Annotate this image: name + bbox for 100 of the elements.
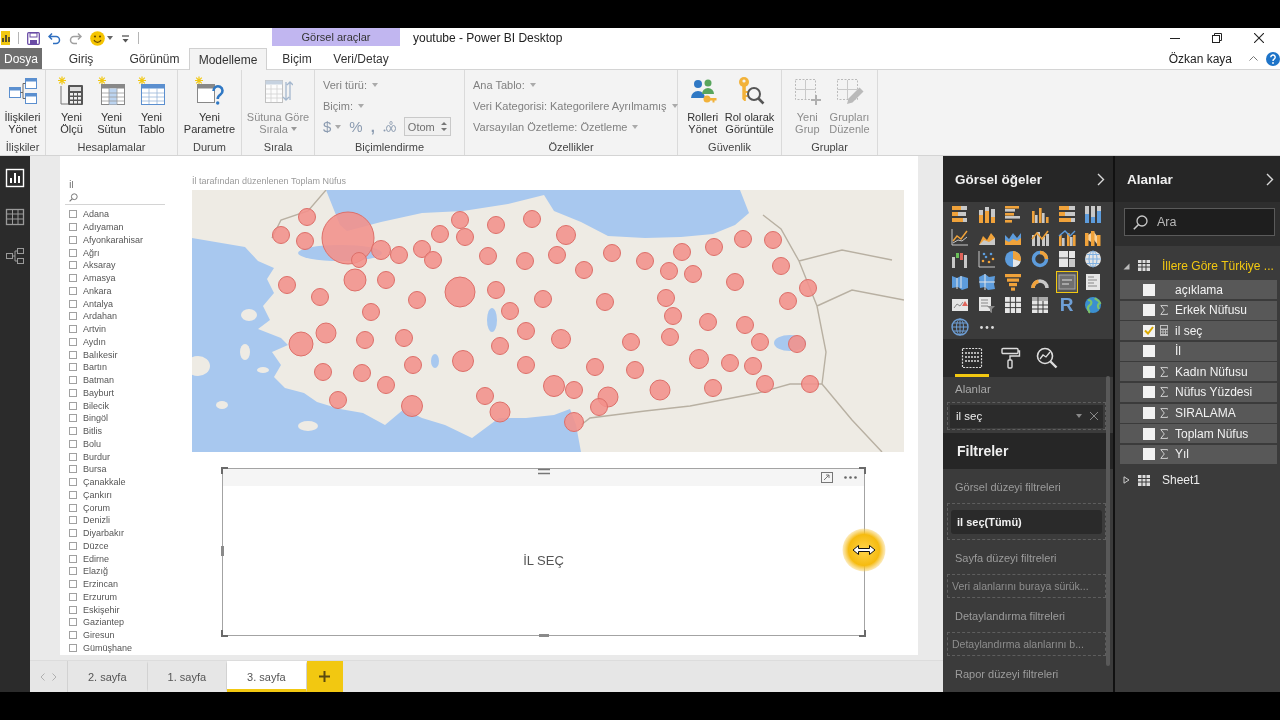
checkbox[interactable] [69, 605, 77, 614]
resize-handle[interactable] [859, 467, 866, 474]
restore-icon[interactable] [1212, 33, 1222, 43]
checkbox[interactable] [1143, 427, 1155, 440]
slicer-option[interactable]: Ardahan [62, 310, 120, 323]
ribbon-tab[interactable]: Dosya [0, 48, 42, 69]
data-view-icon[interactable] [5, 207, 25, 227]
slicer-option[interactable]: Ankara [62, 284, 114, 298]
spinner-icon[interactable] [440, 121, 447, 132]
checkbox[interactable] [69, 478, 77, 487]
card-lines-icon[interactable] [1055, 271, 1078, 294]
ribbon-button[interactable]: Yeni Ölçü [51, 76, 92, 135]
checkbox[interactable] [69, 223, 77, 232]
script-visual-button[interactable]: R [1055, 293, 1078, 316]
customize-toolbar-icon[interactable] [121, 33, 130, 43]
checkbox[interactable] [69, 350, 77, 359]
more-options-icon[interactable] [844, 476, 857, 479]
field-item[interactable]: Kadın Nüfusu [1120, 362, 1277, 382]
checkbox[interactable] [69, 312, 77, 321]
slicer-option[interactable]: Ağrı [62, 246, 102, 259]
checkbox[interactable] [1143, 345, 1155, 358]
table-node[interactable]: İllere Göre Türkiye ... [1115, 256, 1278, 275]
remove-icon[interactable] [1090, 412, 1098, 420]
slicer-option[interactable]: Amasya [62, 271, 118, 285]
filter-card[interactable]: il seç(Tümü) [951, 509, 1102, 534]
slicer-option[interactable]: Artvin [62, 322, 108, 336]
checkbox[interactable] [1143, 448, 1155, 461]
redo-icon[interactable] [69, 31, 82, 45]
slicer-option[interactable]: Batman [62, 373, 117, 387]
checkbox[interactable] [69, 325, 77, 334]
checkbox[interactable] [69, 567, 77, 576]
search-field[interactable]: Ara [1124, 208, 1275, 236]
field-item[interactable]: SIRALAMA [1120, 403, 1277, 423]
slicer-option[interactable]: Erzincan [62, 577, 120, 591]
checkbox[interactable] [1143, 407, 1155, 420]
resize-handle[interactable] [859, 630, 866, 637]
checkbox[interactable] [69, 643, 77, 652]
field-item[interactable]: İl [1120, 341, 1277, 361]
field-item[interactable]: il seç [1120, 321, 1277, 341]
slicer-option[interactable]: Düzce [62, 539, 111, 553]
slicer-option[interactable]: Afyonkarahisar [62, 233, 146, 247]
scatter-chart-icon[interactable] [975, 248, 998, 271]
well-field[interactable]: il seç [950, 404, 1103, 428]
resize-handle[interactable] [221, 630, 228, 637]
checkbox[interactable] [69, 529, 77, 538]
slicer-option[interactable]: Aydın [62, 335, 108, 349]
ribbon-button[interactable]: Rolleri Yönet [682, 76, 723, 135]
slicer-option[interactable]: Çankırı [62, 488, 114, 502]
checkbox[interactable] [69, 210, 77, 219]
resize-handle[interactable] [221, 546, 224, 556]
focus-mode-icon[interactable] [821, 472, 833, 483]
field-item[interactable]: Toplam Nüfus [1120, 424, 1277, 444]
field-item[interactable]: açıklama [1120, 280, 1277, 299]
checkbox[interactable] [69, 388, 77, 397]
slicer-option[interactable]: Eskişehir [62, 603, 122, 616]
checkbox[interactable] [69, 248, 77, 257]
table-node[interactable]: Sheet1 [1115, 470, 1205, 490]
help-icon[interactable] [1266, 51, 1280, 66]
checkbox[interactable] [69, 376, 77, 385]
slicer-option[interactable]: Burdur [62, 450, 112, 463]
ribbon-button[interactable]: Yeni Tablo [131, 76, 172, 135]
checkbox[interactable] [69, 618, 77, 627]
ribbon-button[interactable]: Yeni Sütun [91, 76, 132, 135]
slicer-option[interactable]: Giresun [62, 628, 117, 642]
slicer-option[interactable]: Elazığ [62, 565, 110, 578]
chevron-right-icon[interactable] [1266, 172, 1274, 186]
slicer-option[interactable]: Bingöl [62, 412, 111, 425]
collapse-triangle-icon[interactable] [1123, 261, 1130, 270]
checkbox[interactable] [69, 414, 77, 423]
page-tab[interactable]: 3. sayfa [227, 661, 307, 692]
model-view-icon[interactable] [5, 246, 25, 266]
checkbox[interactable] [69, 274, 77, 283]
undo-icon[interactable] [48, 31, 61, 45]
checkbox[interactable] [69, 401, 77, 410]
drag-handle-icon[interactable] [538, 468, 550, 475]
checkbox[interactable] [69, 299, 77, 308]
resize-handle[interactable] [539, 634, 549, 637]
slicer-option[interactable]: Gümüşhane [62, 641, 135, 655]
ribbon-button[interactable]: Rol olarak Görüntüle [722, 76, 777, 135]
field-item[interactable]: Yıl [1120, 444, 1277, 464]
slicer-option[interactable]: Bilecik [62, 399, 111, 412]
checkbox[interactable] [69, 261, 77, 270]
chevron-up-icon[interactable] [1249, 56, 1258, 61]
slicer-option[interactable]: Çanakkale [62, 475, 128, 489]
checkbox[interactable] [69, 337, 77, 346]
slicer-option[interactable]: Bayburt [62, 386, 117, 400]
checkbox[interactable] [69, 286, 77, 295]
slicer-option[interactable]: Adana [62, 208, 112, 221]
checkbox[interactable] [69, 235, 77, 244]
checkbox[interactable] [69, 452, 77, 461]
checkbox[interactable] [69, 427, 77, 436]
field-item[interactable]: Erkek Nüfusu [1120, 300, 1277, 320]
ribbon-tab[interactable]: Modelleme [189, 48, 267, 70]
checkbox[interactable] [1143, 386, 1155, 399]
save-icon[interactable] [27, 31, 40, 45]
scrollbar[interactable] [1106, 376, 1110, 666]
slicer-option[interactable]: Bitlis [62, 424, 104, 438]
checkbox[interactable] [1143, 283, 1155, 296]
wireframe-globe-icon[interactable] [949, 316, 972, 339]
slicer-option[interactable]: Aksaray [62, 259, 118, 272]
